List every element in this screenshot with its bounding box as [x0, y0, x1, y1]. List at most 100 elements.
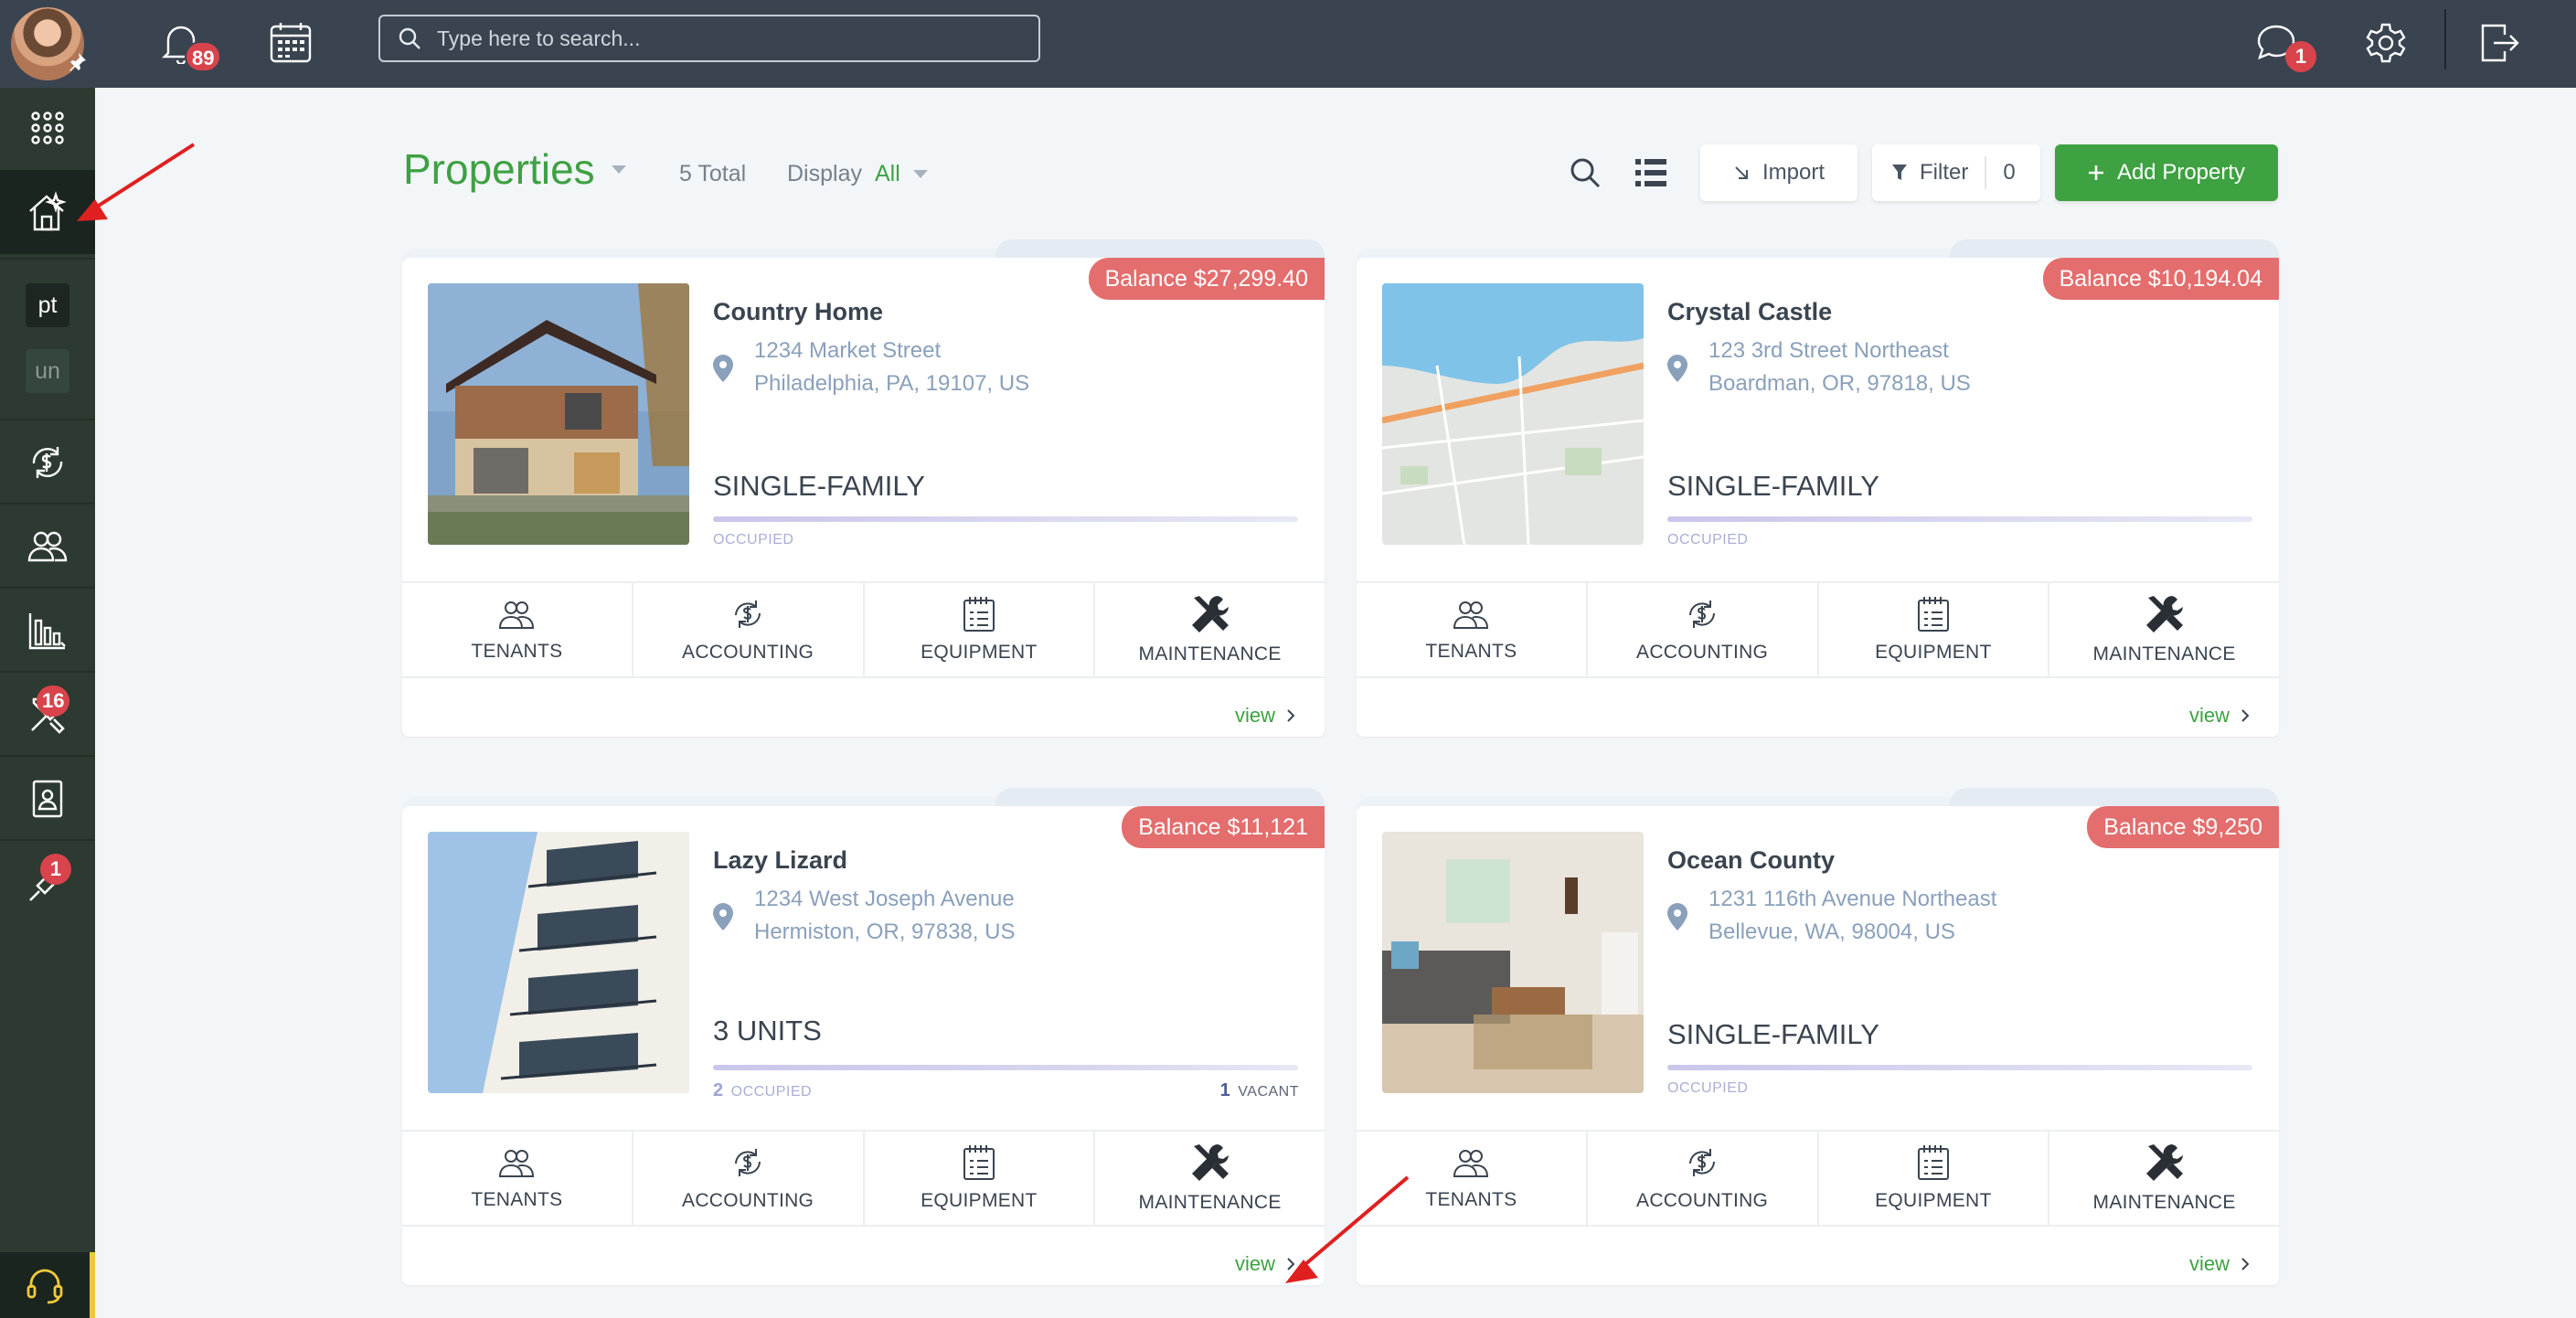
view-link[interactable]: view [2189, 704, 2250, 728]
property-photo-house[interactable] [428, 283, 689, 545]
maintenance-label: MAINTENANCE [2092, 643, 2236, 664]
tenants-button[interactable]: TENANTS [402, 1132, 633, 1225]
address-street: 1234 Market Street [754, 338, 942, 363]
accounting-button[interactable]: ACCOUNTING [633, 583, 865, 676]
tenants-icon [499, 1150, 535, 1177]
property-type: SINGLE-FAMILY [1667, 1018, 1879, 1050]
sidebar-item-integrations[interactable]: 1 [0, 850, 95, 916]
notifications-button[interactable]: 89 [154, 16, 222, 72]
maintenance-button[interactable]: MAINTENANCE [1095, 583, 1325, 676]
accounting-button[interactable]: ACCOUNTING [1588, 583, 1819, 676]
view-link[interactable]: view [2189, 1252, 2250, 1276]
sidebar-item-maintenance[interactable]: 16 [0, 682, 95, 748]
tenants-label: TENANTS [471, 641, 563, 662]
sidebar-item-contacts[interactable] [0, 514, 95, 579]
property-name[interactable]: Crystal Castle [1667, 298, 1832, 326]
equipment-list-icon [1917, 597, 1949, 632]
page-title[interactable]: Properties [403, 144, 626, 194]
calendar-button[interactable] [263, 16, 318, 70]
total-count: 5 Total [679, 161, 747, 186]
sidebar-item-pt[interactable]: pt [0, 280, 95, 331]
property-name[interactable]: Ocean County [1667, 846, 1835, 875]
accounting-label: ACCOUNTING [1636, 1190, 1769, 1211]
property-photo-living-room[interactable] [1382, 832, 1644, 1093]
settings-button[interactable] [2358, 16, 2413, 70]
list-view-button[interactable] [1623, 144, 1678, 201]
title-dropdown-caret-icon[interactable] [611, 165, 626, 174]
add-property-button[interactable]: Add Property [2055, 144, 2278, 201]
filter-count: 0 [2003, 160, 2016, 185]
property-type: 3 UNITS [713, 1015, 822, 1047]
maintenance-tools-icon [2145, 596, 2183, 632]
accounting-label: ACCOUNTING [682, 1190, 814, 1211]
tenants-label: TENANTS [1425, 641, 1517, 662]
people-icon [27, 531, 68, 562]
view-link[interactable]: view [1235, 704, 1295, 728]
display-value[interactable]: All [875, 161, 900, 187]
search-input[interactable] [437, 26, 1004, 51]
properties-house-icon [29, 191, 67, 231]
tenants-icon [499, 601, 535, 629]
chevron-right-icon [2241, 1258, 2250, 1270]
occupancy-bar [1667, 1065, 2252, 1070]
search-toggle-button[interactable] [1558, 144, 1613, 201]
location-pin-icon [713, 355, 733, 382]
user-avatar-area[interactable] [0, 0, 95, 88]
accounting-button[interactable]: ACCOUNTING [1588, 1132, 1819, 1225]
property-photo-map[interactable] [1382, 283, 1644, 545]
filter-button[interactable]: Filter 0 [1872, 144, 2040, 201]
sidebar-item-documents[interactable] [0, 766, 95, 832]
accounting-button[interactable]: ACCOUNTING [633, 1132, 865, 1225]
maintenance-button[interactable]: MAINTENANCE [2049, 583, 2279, 676]
logout-icon [2481, 24, 2519, 62]
plus-icon [2088, 165, 2103, 180]
property-name[interactable]: Country Home [713, 298, 883, 326]
address-street: 1234 West Joseph Avenue [754, 887, 1015, 911]
messages-button[interactable]: 1 [2249, 16, 2316, 72]
equipment-button[interactable]: EQUIPMENT [865, 1132, 1096, 1225]
sidebar-item-accounting[interactable] [0, 430, 95, 495]
equipment-button[interactable]: EQUIPMENT [1819, 1132, 2050, 1225]
messages-badge: 1 [2285, 41, 2316, 72]
equipment-label: EQUIPMENT [921, 1190, 1038, 1211]
equipment-button[interactable]: EQUIPMENT [865, 583, 1096, 676]
property-address: 123 3rd Street Northeast Boardman, OR, 9… [1708, 335, 1971, 400]
display-caret-icon[interactable] [912, 170, 928, 178]
maintenance-tools-icon [1191, 1144, 1229, 1181]
logout-button[interactable] [2472, 16, 2527, 70]
headset-icon [27, 1269, 63, 1304]
location-pin-icon [1667, 355, 1687, 382]
add-property-label: Add Property [2116, 160, 2246, 185]
occupied-label: OCCUPIED [730, 1084, 813, 1100]
sidebar-item-reports[interactable] [0, 598, 95, 664]
occupancy-label: OCCUPIED [1667, 532, 1749, 547]
property-photo-apartment[interactable] [428, 832, 689, 1093]
display-filter[interactable]: Display All [787, 161, 928, 187]
property-address: 1234 Market Street Philadelphia, PA, 191… [754, 335, 1029, 400]
property-actions: TENANTS ACCOUNTING EQUIPMENT MAINTENANCE [1357, 1130, 2279, 1227]
tenants-button[interactable]: TENANTS [402, 583, 633, 676]
equipment-button[interactable]: EQUIPMENT [1819, 583, 2050, 676]
annotation-arrow-view [1285, 1175, 1410, 1283]
accounting-icon [1689, 601, 1716, 628]
property-name[interactable]: Lazy Lizard [713, 846, 847, 875]
pin-icon[interactable] [66, 51, 88, 73]
maintenance-button[interactable]: MAINTENANCE [2049, 1132, 2279, 1225]
tenants-label: TENANTS [1425, 1189, 1517, 1210]
vacant-count: 1 [1219, 1080, 1231, 1100]
search-box[interactable] [378, 15, 1040, 62]
equipment-list-icon [963, 1145, 995, 1180]
equipment-list-icon [963, 597, 995, 632]
annotation-arrow-sidebar [77, 143, 196, 221]
support-button[interactable] [0, 1252, 95, 1318]
display-label: Display [787, 161, 862, 186]
view-label: view [1234, 704, 1275, 727]
equipment-label: EQUIPMENT [1875, 642, 1992, 663]
property-type: SINGLE-FAMILY [713, 470, 925, 502]
tenants-button[interactable]: TENANTS [1357, 583, 1588, 676]
occupied-count: 2 [713, 1080, 724, 1100]
sidebar-item-un[interactable]: un [0, 345, 95, 397]
filter-divider [1985, 156, 1987, 189]
import-button[interactable]: Import [1700, 144, 1857, 201]
property-actions: TENANTS ACCOUNTING EQUIPMENT MAINTENANCE [402, 1130, 1325, 1227]
